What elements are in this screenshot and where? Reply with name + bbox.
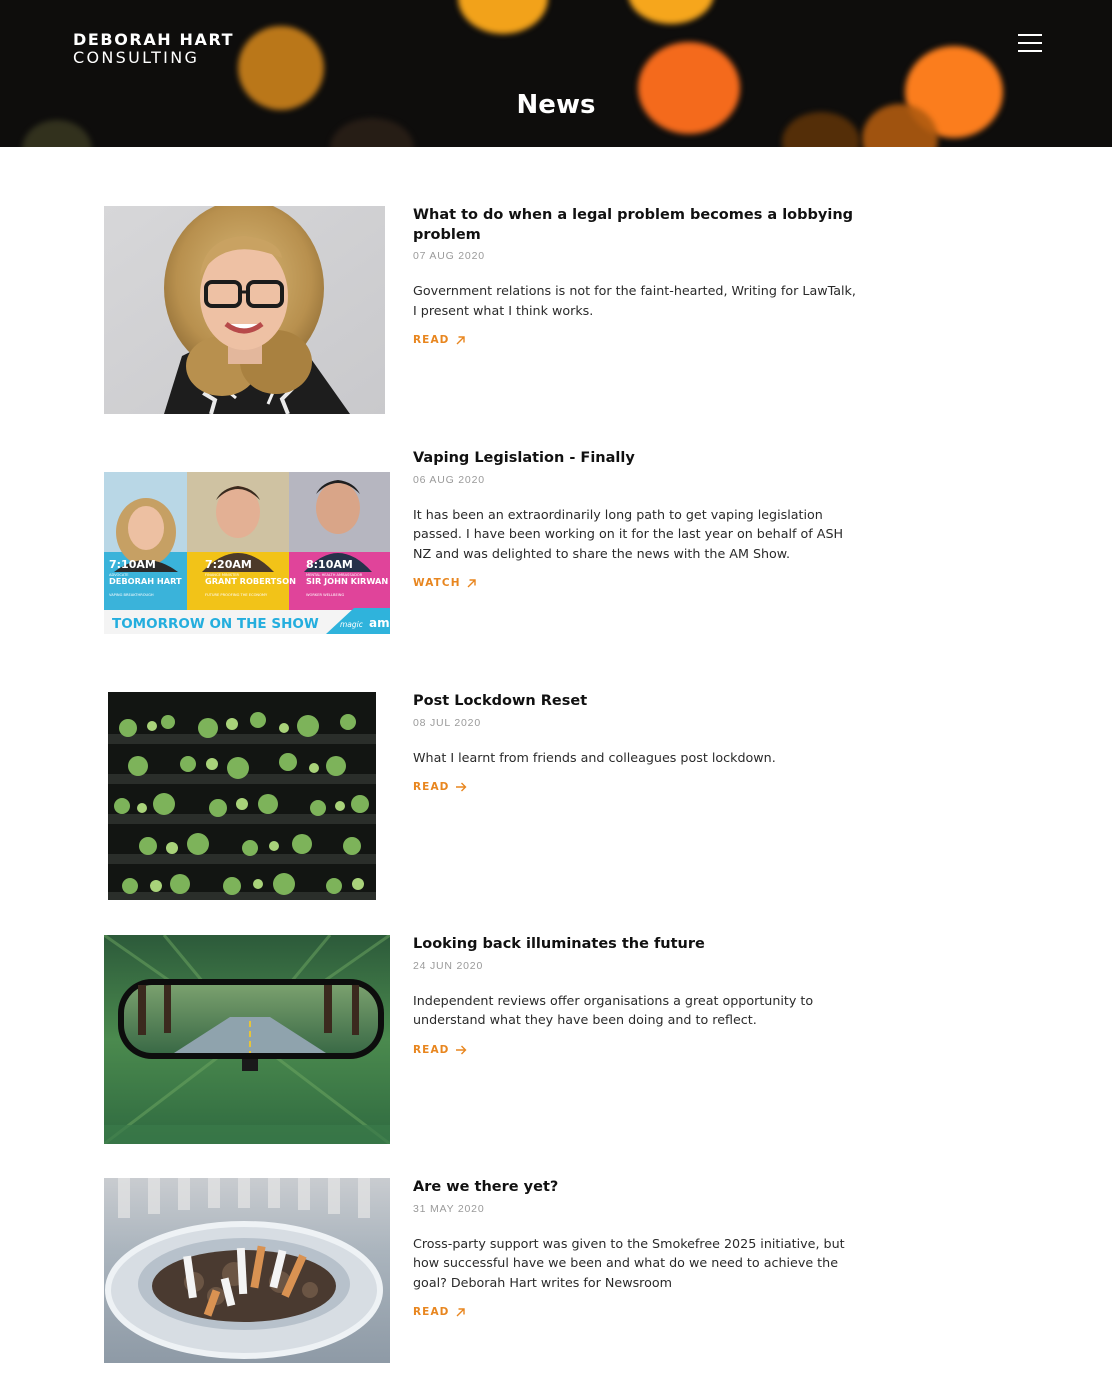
article-excerpt: It has been an extraordinarily long path… xyxy=(413,506,844,561)
logo-tagline: CONSULTING xyxy=(73,48,200,67)
page-title: News xyxy=(516,90,596,120)
article-text: Post Lockdown Reset 08 JUL 2020 What I l… xyxy=(413,692,858,795)
bokeh-light xyxy=(628,0,714,24)
article-title[interactable]: Post Lockdown Reset xyxy=(413,692,858,712)
arrow-right-icon xyxy=(455,782,466,792)
article-date: 31 MAY 2020 xyxy=(413,1202,485,1215)
bokeh-light xyxy=(458,0,548,34)
arrow-up-right-icon xyxy=(467,578,476,587)
promo-time: 7:20AM xyxy=(205,558,252,571)
read-link[interactable]: READ xyxy=(413,1044,467,1056)
article-thumbnail[interactable] xyxy=(108,692,376,900)
article-date: 06 AUG 2020 xyxy=(413,473,485,486)
article-title[interactable]: What to do when a legal problem becomes … xyxy=(413,206,858,245)
promo-topic: WORKER WELLBEING xyxy=(306,593,344,597)
promo-time: 7:10AM xyxy=(109,558,156,571)
ashtray-photo xyxy=(104,1178,390,1363)
arrow-right-icon xyxy=(455,1045,466,1054)
hero-header: DEBORAH HART CONSULTING News xyxy=(0,0,1112,147)
read-link[interactable]: READ xyxy=(413,1306,466,1318)
menu-bar xyxy=(1018,50,1042,52)
watch-link[interactable]: WATCH xyxy=(413,577,477,589)
vertical-garden-photo xyxy=(108,692,376,900)
rearview-mirror-photo xyxy=(104,935,390,1144)
channel-logo: magic xyxy=(340,620,364,629)
tv-promo-graphic: 7:10AM ADVOCATE DEBORAH HART VAPING BREA… xyxy=(104,472,390,634)
bokeh-light xyxy=(22,120,92,147)
link-label: READ xyxy=(413,781,450,793)
article-thumbnail[interactable] xyxy=(104,1178,390,1363)
article-excerpt: Government relations is not for the fain… xyxy=(413,283,856,318)
promo-name: DEBORAH HART xyxy=(109,576,182,586)
article-excerpt: Cross-party support was given to the Smo… xyxy=(413,1235,845,1290)
promo-name: SIR JOHN KIRWAN xyxy=(306,576,388,586)
article-date: 08 JUL 2020 xyxy=(413,716,481,729)
link-label: WATCH xyxy=(413,577,461,589)
promo-topic: FUTURE PROOFING THE ECONOMY xyxy=(205,593,268,597)
article-title[interactable]: Are we there yet? xyxy=(413,1178,858,1198)
promo-topic: VAPING BREAKTHROUGH xyxy=(109,593,154,597)
menu-bar xyxy=(1018,42,1042,44)
hamburger-icon[interactable] xyxy=(1016,31,1045,55)
arrow-up-right-icon xyxy=(456,335,465,344)
arrow-up-right-icon xyxy=(456,1307,465,1316)
site-logo[interactable]: DEBORAH HART CONSULTING xyxy=(73,31,234,67)
menu-bar xyxy=(1018,34,1042,36)
article-text: Are we there yet? 31 MAY 2020 Cross-part… xyxy=(413,1178,858,1320)
article-date: 07 AUG 2020 xyxy=(413,250,485,262)
article-title[interactable]: Looking back illuminates the future xyxy=(413,935,858,955)
promo-name: GRANT ROBERTSON xyxy=(205,576,296,586)
article-date: 24 JUN 2020 xyxy=(413,959,484,972)
article-thumbnail[interactable] xyxy=(104,206,385,414)
link-label: READ xyxy=(413,1043,450,1056)
article-title[interactable]: Vaping Legislation - Finally xyxy=(413,449,858,469)
bokeh-light xyxy=(330,118,414,147)
link-label: READ xyxy=(413,334,450,346)
promo-time: 8:10AM xyxy=(306,558,353,571)
read-link[interactable]: READ xyxy=(413,334,466,346)
article-thumbnail[interactable]: 7:10AM ADVOCATE DEBORAH HART VAPING BREA… xyxy=(104,472,390,634)
article-thumbnail[interactable] xyxy=(104,935,390,1144)
logo-name: DEBORAH HART xyxy=(73,30,235,49)
promo-banner: TOMORROW ON THE SHOW xyxy=(112,616,319,632)
link-label: READ xyxy=(413,1306,450,1318)
article-excerpt: Independent reviews offer organisations … xyxy=(413,992,814,1028)
show-logo: am xyxy=(369,616,390,630)
read-link[interactable]: READ xyxy=(413,781,467,793)
article-text: What to do when a legal problem becomes … xyxy=(413,206,858,348)
portrait-photo xyxy=(104,206,385,414)
article-text: Vaping Legislation - Finally 06 AUG 2020… xyxy=(413,449,858,591)
article-text: Looking back illuminates the future 24 J… xyxy=(413,935,858,1058)
article-excerpt: What I learnt from friends and colleague… xyxy=(413,749,776,765)
